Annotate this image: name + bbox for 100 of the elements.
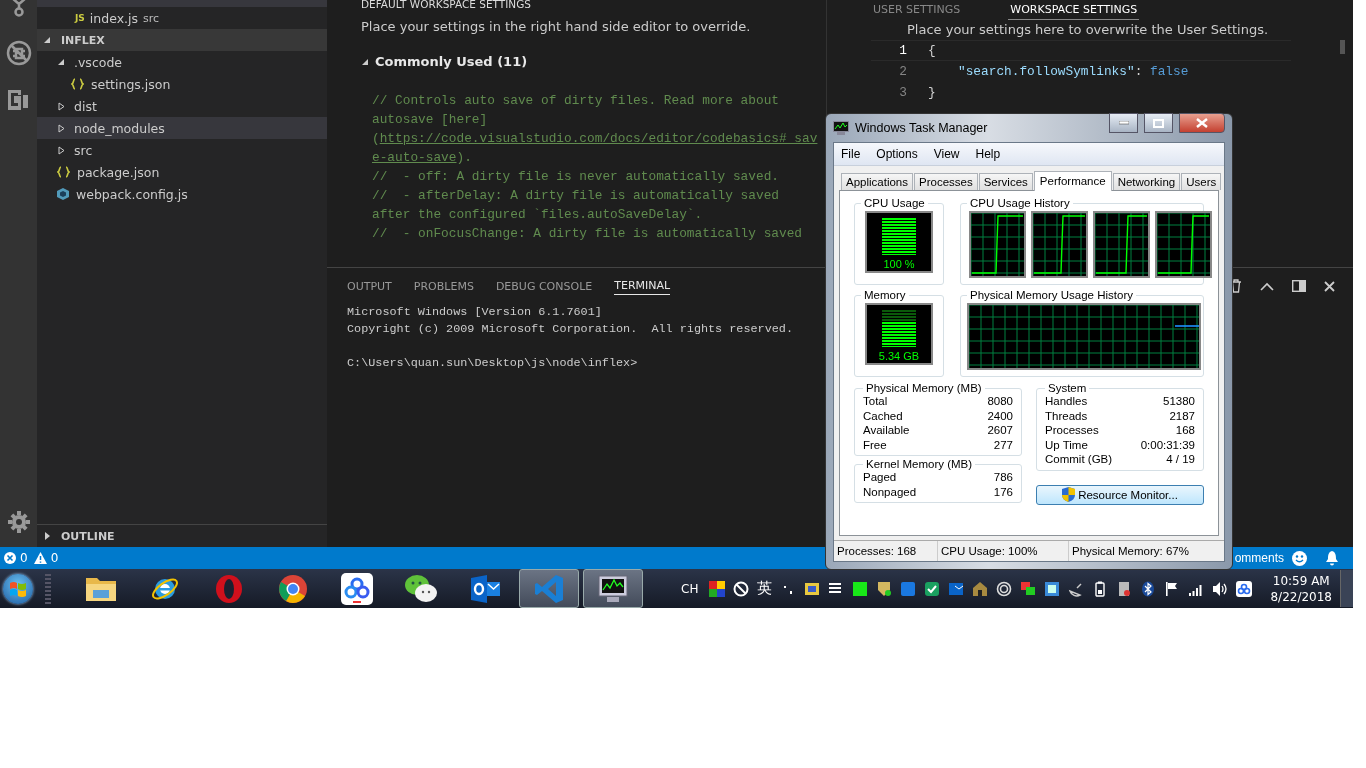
- swirl-icon[interactable]: [996, 580, 1013, 597]
- close-icon[interactable]: [1324, 280, 1335, 292]
- explorer-section-header[interactable]: INFLEX: [37, 29, 327, 51]
- stat-value: 0:00:31:39: [1140, 437, 1195, 452]
- settings-tab[interactable]: USER SETTINGS: [871, 0, 963, 20]
- settings-tab[interactable]: WORKSPACE SETTINGS: [1008, 0, 1140, 20]
- check-icon[interactable]: [924, 580, 941, 597]
- clock-date: 8/22/2018: [1270, 588, 1332, 605]
- stat-label: Paged: [863, 470, 897, 485]
- grid-icon[interactable]: [1044, 580, 1061, 597]
- colorful-square-icon[interactable]: [709, 580, 726, 597]
- menu-item[interactable]: View: [926, 147, 969, 161]
- trash-icon[interactable]: [1230, 279, 1242, 293]
- speaker-icon[interactable]: [1212, 580, 1229, 597]
- square-icon[interactable]: [852, 580, 869, 597]
- shield-icon: [1062, 487, 1076, 502]
- screens-icon[interactable]: [1020, 580, 1037, 597]
- extensions-icon[interactable]: [7, 88, 30, 110]
- warning-icon[interactable]: [33, 552, 47, 564]
- tree-item[interactable]: .vscode: [37, 51, 327, 73]
- settings-icon[interactable]: [7, 511, 30, 533]
- error-count[interactable]: 0: [20, 551, 28, 565]
- bluetooth-icon[interactable]: [1140, 580, 1157, 597]
- line-number: 3: [898, 85, 907, 100]
- error-icon[interactable]: [4, 552, 16, 564]
- tricolor-circle-icon: [278, 573, 308, 604]
- stat-label: Nonpaged: [863, 484, 917, 499]
- taskbar-button[interactable]: [583, 569, 643, 608]
- link[interactable]: e-auto-save: [372, 150, 457, 165]
- stat-value: 786: [993, 470, 1013, 485]
- language-indicator[interactable]: CH: [681, 581, 699, 596]
- panel-tab[interactable]: TERMINAL: [614, 277, 671, 295]
- panel-tab[interactable]: PROBLEMS: [413, 277, 474, 295]
- maximize-button[interactable]: [1144, 113, 1173, 133]
- stat-label: Handles: [1045, 394, 1088, 409]
- smiley-icon[interactable]: [1292, 550, 1307, 566]
- stat-value: 176: [993, 484, 1013, 499]
- tab[interactable]: Performance: [1033, 171, 1112, 191]
- link[interactable]: https://code.visualstudio.com/docs/editor/codebasics#_sav: [379, 131, 818, 146]
- braces-icon: [57, 166, 70, 178]
- resource-monitor-button[interactable]: Resource Monitor...: [1036, 484, 1204, 505]
- tab[interactable]: Processes: [914, 173, 978, 190]
- minimize-button[interactable]: [1109, 113, 1138, 133]
- flag-logo-icon: [9, 579, 27, 598]
- open-editor-item[interactable]: JS index.js src: [37, 7, 327, 29]
- cloud-icon[interactable]: [1236, 580, 1253, 597]
- code-line: // Controls auto save of dirty files. Read more about: [372, 92, 780, 110]
- tree-item[interactable]: src: [37, 139, 327, 161]
- tab[interactable]: Services: [978, 173, 1033, 190]
- tree-item[interactable]: node_modules: [37, 117, 327, 139]
- bug-icon[interactable]: [5, 40, 32, 66]
- mail-icon[interactable]: [948, 580, 965, 597]
- tree-item[interactable]: webpack.config.js: [37, 183, 327, 205]
- satellite-icon[interactable]: [1068, 580, 1085, 597]
- tab[interactable]: Users: [1181, 173, 1222, 190]
- tab[interactable]: Applications: [841, 173, 913, 190]
- ring-icon: [214, 573, 244, 604]
- device-icon[interactable]: [1116, 580, 1133, 597]
- menu-item[interactable]: File: [834, 147, 870, 161]
- warning-count[interactable]: 0: [50, 551, 59, 565]
- group-title: CPU Usage History: [969, 197, 1071, 209]
- stat-value: 277: [993, 437, 1013, 452]
- tree-item[interactable]: dist: [37, 95, 327, 117]
- toolbox-icon[interactable]: [804, 580, 821, 597]
- stat-label: Commit (GB): [1045, 452, 1113, 467]
- stat-value: 8080: [987, 394, 1013, 409]
- tile-icon[interactable]: [900, 580, 917, 597]
- terminal-line: Copyright (c) 2009 Microsoft Corporation. All rights reserved.: [347, 321, 793, 338]
- house-icon[interactable]: [972, 580, 989, 597]
- input-mode-indicator[interactable]: 英: [757, 579, 773, 598]
- clock[interactable]: 10:59 AM 8/22/2018: [1270, 572, 1332, 605]
- status-item[interactable]: omments: [1234, 551, 1284, 565]
- panel-tab[interactable]: OUTPUT: [347, 277, 392, 295]
- group-title: Memory: [863, 289, 907, 301]
- tab[interactable]: Networking: [1112, 173, 1181, 190]
- stat-value: 2187: [1169, 408, 1195, 423]
- stat-label: Total: [863, 394, 888, 409]
- no-sign-icon[interactable]: [733, 580, 750, 597]
- chevron-up-icon[interactable]: [1260, 281, 1274, 291]
- group-title: CPU Usage: [863, 197, 926, 209]
- code-line: autosave [here]: [372, 111, 489, 129]
- settings-group-header[interactable]: Commonly Used (11): [361, 54, 826, 69]
- stat-label: Threads: [1045, 408, 1088, 423]
- bell-icon[interactable]: [1325, 550, 1339, 566]
- clock-time: 10:59 AM: [1272, 572, 1330, 589]
- scrollbar[interactable]: [1340, 40, 1345, 54]
- section-title: OUTLINE: [61, 529, 115, 543]
- close-button[interactable]: [1179, 113, 1225, 133]
- code-line: // - onFocusChange: A dirty file is automatically saved: [372, 225, 804, 243]
- pane-title: DEFAULT WORKSPACE SETTINGS: [361, 0, 532, 12]
- split-icon[interactable]: [1292, 280, 1306, 292]
- start-button[interactable]: [3, 573, 33, 604]
- panel-tab[interactable]: DEBUG CONSOLE: [495, 277, 593, 295]
- window-title: Windows Task Manager: [855, 121, 988, 135]
- tree-item[interactable]: package.json: [37, 161, 327, 183]
- minimize-icon: [1118, 121, 1129, 125]
- menu-item[interactable]: Help: [968, 147, 1010, 161]
- shield-icon[interactable]: [876, 580, 893, 597]
- menu-item[interactable]: Options: [869, 147, 927, 161]
- tree-item[interactable]: settings.json: [37, 73, 327, 95]
